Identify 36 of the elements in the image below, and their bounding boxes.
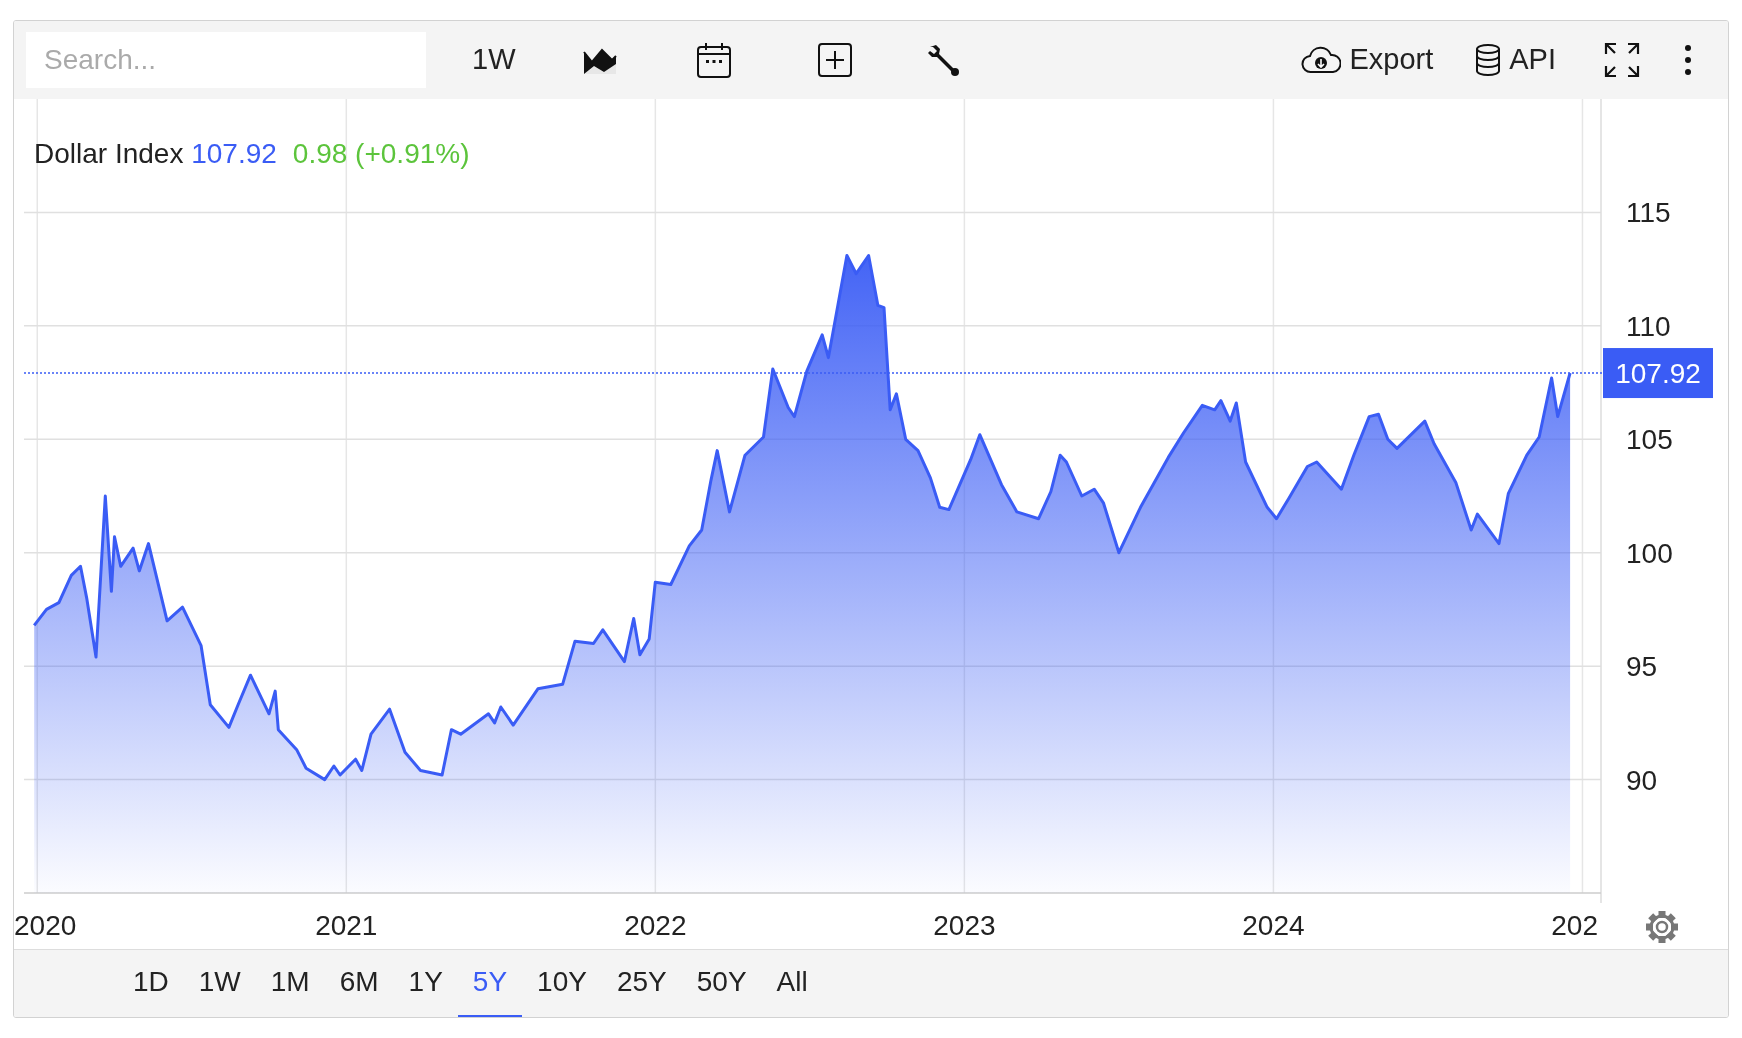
calendar-icon — [695, 41, 732, 78]
x-axis-label: 2022 — [624, 909, 687, 941]
legend-text: Dollar Index 107.92 0.98 (+0.91%) — [34, 137, 470, 169]
range-tab[interactable]: 10Y — [522, 949, 602, 1017]
last-price-label: 107.92 — [1603, 347, 1713, 398]
vertical-dots-icon — [1684, 43, 1692, 76]
database-icon — [1475, 43, 1502, 76]
range-tab[interactable]: 5Y — [457, 949, 523, 1017]
api-button[interactable]: API — [1467, 34, 1564, 86]
x-axis-label: 2023 — [933, 909, 996, 941]
plus-square-icon — [817, 42, 852, 77]
range-tab[interactable]: All — [761, 949, 823, 1017]
x-axis-label: 202 — [1551, 909, 1598, 941]
range-tab[interactable]: 1D — [118, 949, 184, 1017]
x-axis-label: 2020 — [14, 909, 77, 941]
y-axis-label: 100 — [1626, 537, 1673, 569]
y-axis-label: 95 — [1626, 651, 1658, 682]
x-axis-label: 2024 — [1242, 909, 1305, 941]
ref-line-label: 107.92 — [1615, 357, 1701, 389]
range-tab[interactable]: 25Y — [601, 949, 682, 1017]
range-tab[interactable]: 1W — [183, 949, 256, 1017]
y-axis-label: 105 — [1626, 424, 1673, 456]
range-tab[interactable]: 50Y — [681, 949, 762, 1017]
range-tab[interactable]: 6M — [324, 949, 394, 1017]
cloud-download-icon — [1301, 44, 1342, 75]
search-field[interactable]: Search... — [26, 31, 426, 88]
fullscreen-icon — [1604, 41, 1640, 78]
range-tab[interactable]: 1Y — [393, 949, 458, 1017]
x-axis-label: 2021 — [315, 909, 378, 941]
range-tab[interactable]: 1M — [255, 949, 325, 1017]
export-button[interactable]: Export — [1293, 34, 1442, 86]
y-axis-label: 115 — [1626, 197, 1671, 229]
settings-icon[interactable] — [1646, 910, 1678, 943]
y-axis-label: 110 — [1626, 310, 1671, 342]
interval-button[interactable]: 1W — [464, 34, 524, 86]
y-axis-label: 90 — [1626, 764, 1658, 796]
